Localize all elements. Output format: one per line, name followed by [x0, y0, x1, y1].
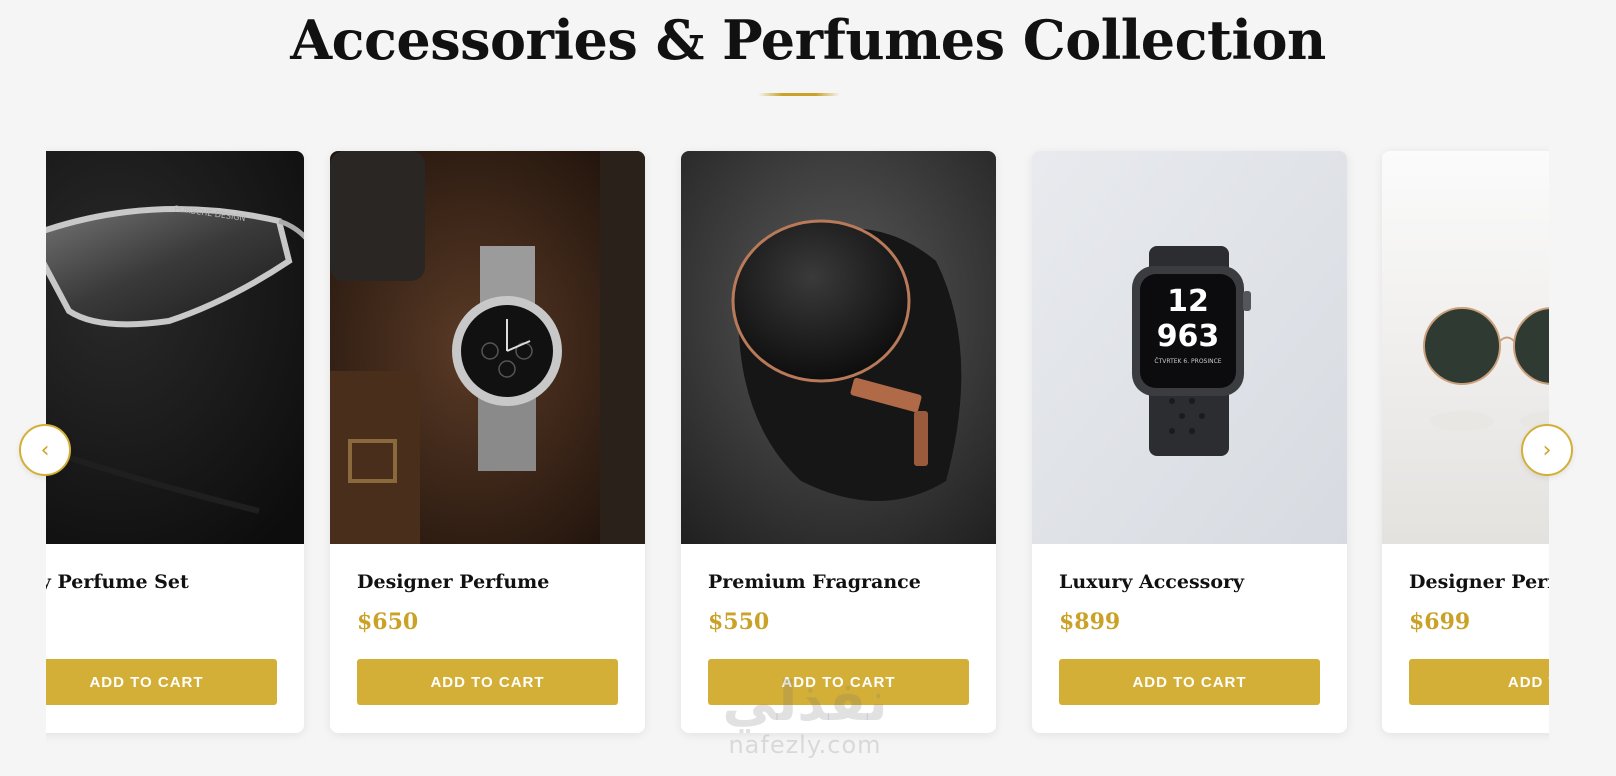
product-title: Designer Perfu — [1409, 571, 1549, 593]
product-price: $699 — [1409, 609, 1471, 635]
round-sunglasses-photo[interactable] — [1382, 151, 1549, 544]
carousel-prev-button[interactable]: ‹ — [19, 424, 71, 476]
svg-text:963: 963 — [1157, 319, 1220, 354]
chevron-right-icon: › — [1542, 437, 1552, 463]
add-to-cart-button[interactable]: ADD TO CART — [708, 659, 969, 705]
product-title: Luxury Accessory — [1059, 571, 1245, 593]
svg-text:12: 12 — [1167, 284, 1209, 319]
product-price: $550 — [708, 609, 770, 635]
smartwatch-photo[interactable]: 12 963 ČTVRTEK 6. PROSINCE — [1032, 151, 1347, 544]
product-card[interactable]: PORSCHE DESIGN ury Perfume Set 0 ADD TO … — [46, 151, 304, 733]
add-to-cart-button[interactable]: ADD TO — [1409, 659, 1549, 705]
add-to-cart-button[interactable]: ADD TO CART — [357, 659, 618, 705]
product-card[interactable]: Premium Fragrance $550 ADD TO CART — [681, 151, 996, 733]
product-title: ury Perfume Set — [46, 571, 189, 593]
svg-text:ČTVRTEK 6. PROSINCE: ČTVRTEK 6. PROSINCE — [1154, 358, 1221, 365]
product-title: Designer Perfume — [357, 571, 550, 593]
add-to-cart-button[interactable]: ADD TO CART — [46, 659, 277, 705]
product-carousel[interactable]: PORSCHE DESIGN ury Perfume Set 0 ADD TO … — [46, 0, 1549, 776]
sunglasses-photo[interactable]: PORSCHE DESIGN — [46, 151, 304, 544]
bracelet-watch-photo[interactable] — [681, 151, 996, 544]
product-card[interactable]: 12 963 ČTVRTEK 6. PROSINCE Luxury Access… — [1032, 151, 1347, 733]
carousel-next-button[interactable]: › — [1521, 424, 1573, 476]
chevron-left-icon: ‹ — [40, 437, 50, 463]
add-to-cart-button[interactable]: ADD TO CART — [1059, 659, 1320, 705]
product-price: $899 — [1059, 609, 1121, 635]
product-card[interactable]: Designer Perfume $650 ADD TO CART — [330, 151, 645, 733]
wristwatch-photo[interactable] — [330, 151, 645, 544]
product-price: $650 — [357, 609, 419, 635]
product-title: Premium Fragrance — [708, 571, 921, 593]
